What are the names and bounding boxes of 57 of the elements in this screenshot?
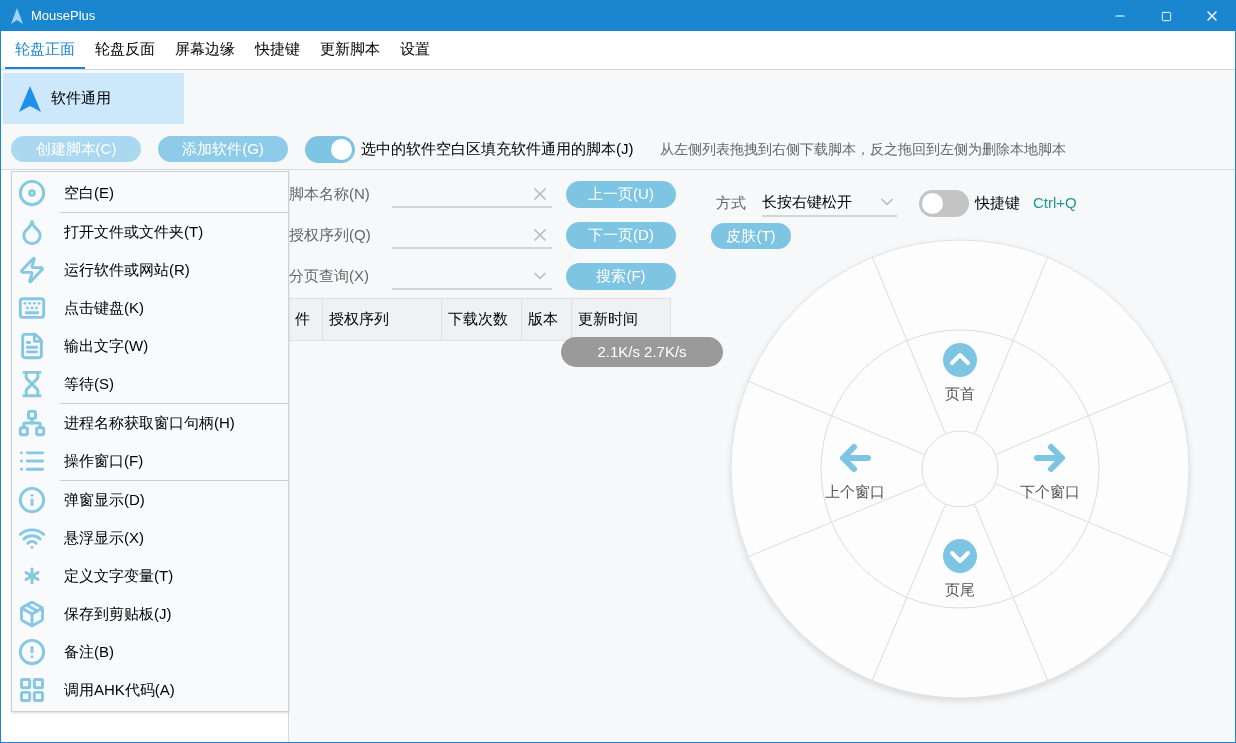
app-logo-icon [11,8,23,24]
tab[interactable]: 更新脚本 [310,31,390,69]
software-name: 软件通用 [51,88,111,109]
mode-select[interactable]: 长按右键松开 [762,189,897,217]
field-label: 脚本名称(N) [289,184,371,205]
menu-item[interactable]: 打开文件或文件夹(T) [12,213,288,251]
maximize-icon [1160,10,1172,22]
hint-text: 从左侧列表拖拽到右侧下载脚本，反之拖回到左侧为删除本地脚本 [659,139,1066,159]
toggle-label: 快捷键 [975,192,1020,213]
menu-item[interactable]: 调用AHK代码(A) [12,671,288,709]
column-header: 下载次数 [442,299,522,340]
menu-item[interactable]: 运行软件或网站(R) [12,251,288,289]
tab[interactable]: 屏幕边缘 [165,31,245,69]
menu-item-icon [18,638,46,666]
tab[interactable]: 轮盘正面 [5,31,85,69]
menu-item-icon [18,256,46,284]
tab[interactable]: 设置 [390,31,440,69]
menu-item[interactable]: 等待(S) [12,365,288,403]
mode-label: 方式 [716,192,746,213]
field-label: 授权序列(Q) [289,225,372,246]
toggle-label: 选中的软件空白区填充软件通用的脚本(J) [361,138,634,159]
menu-item[interactable]: 弹窗显示(D) [12,481,288,519]
menu-item-icon [18,486,46,514]
toggle-switch[interactable] [919,189,969,217]
menu-item[interactable]: 操作窗口(F) [12,442,288,480]
menu-item-icon [18,179,46,207]
column-header: 授权序列 [323,299,442,340]
shortcut-text: Ctrl+Q [1033,192,1077,213]
menu-item[interactable]: 悬浮显示(X) [12,519,288,557]
menu-item[interactable]: 备注(B) [12,633,288,671]
wheel-segment-label[interactable]: 上个窗口 [825,481,885,504]
menu-item[interactable]: 进程名称获取窗口句柄(H) [12,404,288,442]
chevron-up-circle-icon [943,343,977,377]
arrow-right-icon [1033,441,1067,475]
window-title: MousePlus [31,7,96,26]
wheel-segment-label[interactable]: 页尾 [945,579,975,602]
menu-item[interactable]: 点击键盘(K) [12,289,288,327]
software-list-item[interactable]: 软件通用 [3,73,184,124]
chevron-down-circle-icon [943,539,977,573]
navigation-arrow-icon [19,85,41,112]
menu-item[interactable]: 空白(E) [12,174,288,212]
menu-item-icon [18,600,46,628]
tab[interactable]: 轮盘反面 [85,31,165,69]
menu-item-icon [18,676,46,704]
field-label: 分页查询(X) [289,266,370,287]
menu-item-icon [18,332,46,360]
menu-item[interactable]: 保存到剪贴板(J) [12,595,288,633]
wheel-segment-label[interactable]: 页首 [945,383,975,406]
menu-item-icon [18,294,46,322]
speed-overlay: 2.1K/s 2.7K/s [561,337,723,367]
toggle-switch[interactable] [305,135,355,163]
wheel-segment-label[interactable]: 下个窗口 [1020,481,1080,504]
arrow-left-icon [838,441,872,475]
menu-item[interactable]: 输出文字(W) [12,327,288,365]
tab[interactable]: 快捷键 [245,31,310,69]
menu-item[interactable]: 定义文字变量(T) [12,557,288,595]
menu-item-icon [18,409,46,437]
